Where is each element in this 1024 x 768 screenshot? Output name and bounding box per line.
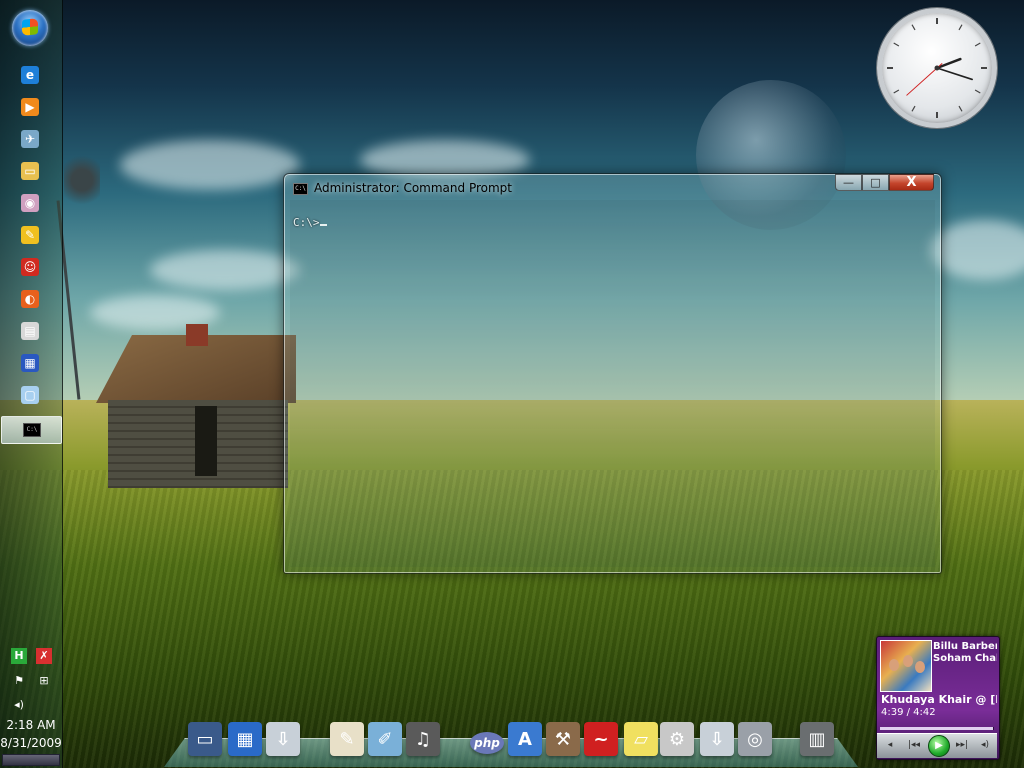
taskbar-sidebar: e ▶ ✈ ▭ ◉ ✎ ☺ ◐ ▤ ▦ ▢ C:\ H ✗ ⚑ ⊞ ◂) 2:18 AM 8/31/2009: [0, 0, 63, 768]
notepad-icon[interactable]: ▢: [21, 386, 39, 404]
rewind-icon[interactable]: |◂◂: [903, 738, 925, 752]
yahoo-messenger-icon[interactable]: ☺: [21, 258, 39, 276]
control-panel-icon[interactable]: ▦: [228, 722, 262, 756]
camcorder-icon[interactable]: ◎: [738, 722, 772, 756]
trash-icon[interactable]: ▥: [800, 722, 834, 756]
magnifier-paint-icon[interactable]: ✎: [21, 226, 39, 244]
printer-drive-icon[interactable]: ⇩: [700, 722, 734, 756]
cloud: [150, 250, 300, 290]
app-store-icon[interactable]: A: [508, 722, 542, 756]
tray-clock-time[interactable]: 2:18 AM: [0, 718, 62, 732]
clock-tick: [911, 24, 916, 31]
clock-tick: [974, 42, 981, 47]
fast-forward-icon[interactable]: ▸▸|: [951, 738, 973, 752]
command-prompt-icon: C:\: [23, 423, 41, 437]
media-player-icon[interactable]: ▶: [21, 98, 39, 116]
clock-tick: [974, 89, 981, 94]
console-area[interactable]: C:\>: [290, 200, 935, 567]
console-prompt: C:\>: [293, 216, 320, 229]
headphones-icon[interactable]: ♫: [406, 722, 440, 756]
command-prompt-window[interactable]: C:\ Administrator: Command Prompt — □ X …: [283, 173, 942, 574]
php-icon[interactable]: php: [470, 732, 504, 754]
firefox-icon[interactable]: ◐: [21, 290, 39, 308]
console-prompt-line: C:\>: [293, 216, 327, 229]
barn-chimney: [186, 324, 208, 346]
text-cursor: [319, 224, 327, 226]
media-track-title: Khudaya Khair @ [B...: [881, 693, 997, 706]
clock-gadget[interactable]: [877, 8, 997, 128]
wrench-icon[interactable]: ⚙: [660, 722, 694, 756]
media-time: 4:39 / 4:42: [881, 707, 936, 718]
volume-icon[interactable]: ◂): [977, 738, 993, 752]
album-art-figure: [903, 655, 913, 667]
clock-tick: [958, 105, 963, 112]
green-h-app-icon[interactable]: H: [11, 648, 27, 664]
play-icon[interactable]: ▶: [928, 735, 950, 757]
media-album-title: Billu Barber [...: [933, 641, 997, 652]
clock-face: [887, 18, 987, 118]
folder-explorer-icon[interactable]: ▭: [21, 162, 39, 180]
paint-brush-icon[interactable]: ✐: [368, 722, 402, 756]
hammer-icon[interactable]: ⚒: [546, 722, 580, 756]
previous-icon[interactable]: ◂: [882, 738, 898, 752]
clock-tick: [893, 42, 900, 47]
clock-center-pin: [934, 65, 940, 71]
cloud: [120, 140, 300, 190]
command-prompt-icon[interactable]: C:\: [293, 183, 308, 195]
caption-buttons: — □ X: [835, 174, 934, 192]
clock-hour-hand: [935, 57, 962, 70]
maximize-button[interactable]: □: [862, 174, 889, 191]
close-button[interactable]: X: [889, 174, 934, 191]
taskbar-item-command-prompt[interactable]: C:\: [1, 416, 62, 444]
album-art-figure: [915, 661, 925, 673]
windmill-wheel: [64, 150, 100, 210]
window-titlebar[interactable]: C:\ Administrator: Command Prompt — □ X: [284, 174, 941, 200]
documents-icon[interactable]: ✎: [330, 722, 364, 756]
album-art: [880, 640, 932, 692]
album-art-figure: [889, 659, 899, 671]
computer-icon[interactable]: ▭: [188, 722, 222, 756]
red-tool-icon[interactable]: ✗: [36, 648, 52, 664]
window-title: Administrator: Command Prompt: [314, 181, 512, 195]
sticky-notes-icon[interactable]: ▱: [624, 722, 658, 756]
clock-tick: [893, 89, 900, 94]
media-player-gadget[interactable]: Billu Barber [... Soham Chak... Khudaya …: [876, 636, 1000, 760]
start-button[interactable]: [12, 10, 48, 46]
media-controls: ◂ |◂◂ ▶ ▸▸| ◂): [877, 733, 997, 758]
internet-explorer-icon[interactable]: e: [21, 66, 39, 84]
minimize-button[interactable]: —: [835, 174, 862, 191]
bird-messenger-icon[interactable]: ✈: [21, 130, 39, 148]
media-progress-fill: [880, 727, 993, 730]
barn-door: [195, 406, 217, 476]
clapperboard-icon[interactable]: ▤: [21, 322, 39, 340]
windows-start-orb-icon: [22, 18, 38, 36]
media-artist: Soham Chak...: [933, 653, 997, 664]
show-desktop-button[interactable]: [2, 754, 60, 766]
media-progress-bar[interactable]: [880, 727, 994, 730]
clock-tick: [958, 24, 963, 31]
action-center-flag-icon[interactable]: ⚑: [11, 673, 27, 689]
notepad-chart-icon[interactable]: ▦: [21, 354, 39, 372]
chili-pepper-icon[interactable]: ~: [584, 722, 618, 756]
clock-minute-hand: [936, 67, 973, 81]
disc-burner-icon[interactable]: ◉: [21, 194, 39, 212]
network-icon[interactable]: ⊞: [36, 673, 52, 689]
clock-tick: [911, 105, 916, 112]
tray-clock-date[interactable]: 8/31/2009: [0, 736, 62, 750]
downloads-drive-icon[interactable]: ⇩: [266, 722, 300, 756]
volume-icon[interactable]: ◂): [11, 697, 27, 713]
